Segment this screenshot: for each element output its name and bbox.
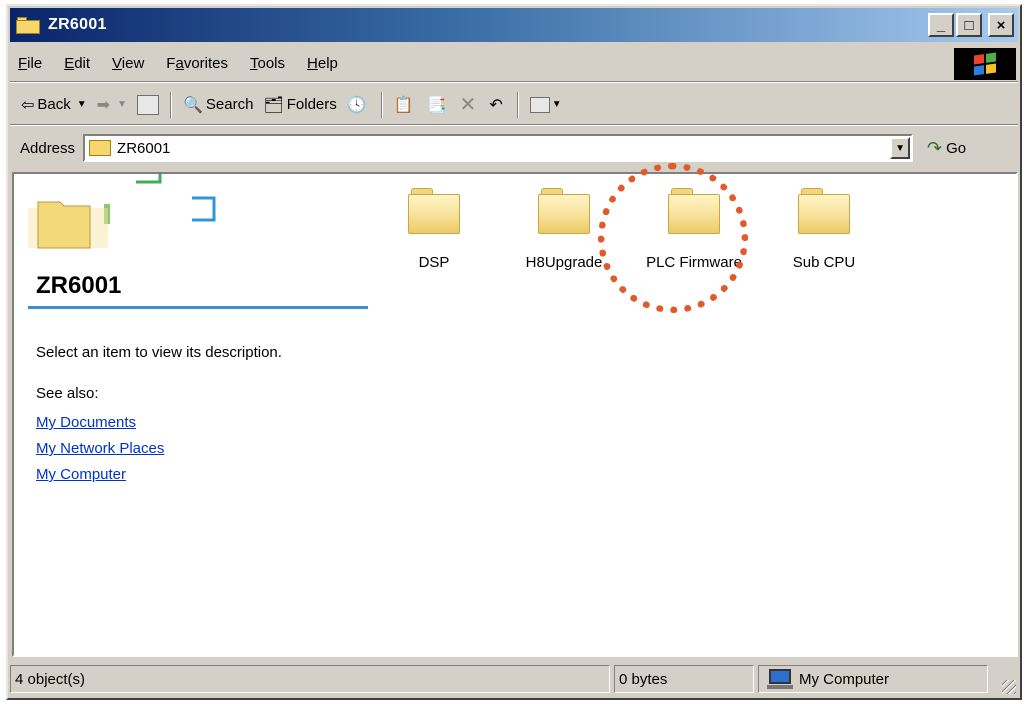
folder-icon [798,188,850,234]
back-button[interactable]: ⇦ Back ▼ [16,89,92,121]
folder-icon [408,188,460,234]
menu-favorites[interactable]: Favorites [155,55,239,72]
see-also-links: My Documents My Network Places My Comput… [36,414,164,483]
my-computer-icon [767,669,793,689]
windows-logo-icon [954,48,1016,80]
status-bar: 4 object(s) 0 bytes My Computer [10,662,1018,696]
link-my-computer[interactable]: My Computer [36,466,164,483]
menu-file[interactable]: File [10,55,53,72]
go-arrow-icon: ↷ [927,137,943,158]
resize-grip[interactable] [1002,680,1016,694]
window-title: ZR6001 [48,16,107,33]
folder-banner-icon [28,174,216,249]
address-input[interactable]: ZR6001 ▼ [83,134,914,162]
status-size: 0 bytes [614,665,754,693]
undo-icon: ↶ [489,96,503,114]
menu-view[interactable]: View [101,55,155,72]
menu-help[interactable]: Help [296,55,349,72]
status-object-count: 4 object(s) [10,665,610,693]
move-to-button[interactable]: 📋 [389,89,422,121]
up-folder-icon [136,94,159,115]
folder-label: DSP [418,254,450,271]
toolbar: ⇦ Back ▼ ➡ ▼ 🔍 Search 🗂 Folders 🕓 📋 📑 ✕ … [10,85,1018,125]
title-bar[interactable]: ZR6001 _ □ × [10,8,1018,42]
delete-button[interactable]: ✕ [455,89,485,121]
folder-icon [89,140,112,156]
link-my-documents[interactable]: My Documents [36,414,164,431]
panel-description: Select an item to view its description. [36,344,282,361]
undo-button[interactable]: ↶ [484,89,510,121]
menu-edit[interactable]: Edit [53,55,101,72]
go-button[interactable]: ↷ Go [927,138,966,159]
folders-button[interactable]: 🗂 Folders [258,89,341,121]
toolbar-separator [516,91,519,118]
panel-divider [28,306,368,309]
maximize-button[interactable]: □ [956,13,982,37]
address-bar: Address ZR6001 ▼ ↷ Go [10,129,1018,167]
folder-item-sub-cpu[interactable]: Sub CPU [759,188,889,271]
history-button[interactable]: 🕓 [342,89,375,121]
views-button[interactable]: ▼ [525,89,567,121]
chevron-down-icon[interactable]: ▼ [552,99,562,110]
menu-bar: File Edit View Favorites Tools Help [10,46,1018,82]
toolbar-separator [380,91,383,118]
forward-arrow-icon: ➡ [96,96,111,114]
minimize-button[interactable]: _ [928,13,954,37]
address-value: ZR6001 [117,139,171,157]
address-dropdown-button[interactable]: ▼ [890,137,911,159]
forward-button[interactable]: ➡ ▼ [92,89,132,121]
back-arrow-icon: ⇦ [21,96,35,114]
folder-icon [538,188,590,234]
web-view-panel: ZR6001 Select an item to view its descri… [14,174,374,655]
copy-to-icon: 📑 [426,96,447,114]
search-button[interactable]: 🔍 Search [178,89,258,121]
folders-icon: 🗂 [263,96,284,114]
folder-item-dsp[interactable]: DSP [369,188,499,271]
up-folder-button[interactable] [132,89,164,121]
menu-tools[interactable]: Tools [239,55,296,72]
status-location: My Computer [758,665,988,693]
panel-title: ZR6001 [36,272,122,299]
folder-view: ZR6001 Select an item to view its descri… [12,172,1018,657]
see-also-label: See also: [36,385,99,402]
chevron-down-icon[interactable]: ▼ [117,99,127,110]
folder-label: H8Upgrade [525,254,603,271]
chevron-down-icon[interactable]: ▼ [77,99,87,110]
views-icon [529,96,550,113]
toolbar-separator [169,91,172,118]
address-label: Address [20,139,76,157]
folder-label: Sub CPU [792,254,856,271]
highlight-circle [598,163,748,313]
copy-to-button[interactable]: 📑 [422,89,455,121]
move-to-icon: 📋 [393,96,414,114]
history-icon: 🕓 [346,96,367,114]
close-button[interactable]: × [988,13,1014,37]
explorer-window: ZR6001 _ □ × File Edit View Favorites To… [6,4,1022,700]
link-my-network-places[interactable]: My Network Places [36,440,164,457]
search-icon: 🔍 [182,96,203,114]
folder-icon [16,15,42,35]
delete-x-icon: ✕ [459,94,477,116]
